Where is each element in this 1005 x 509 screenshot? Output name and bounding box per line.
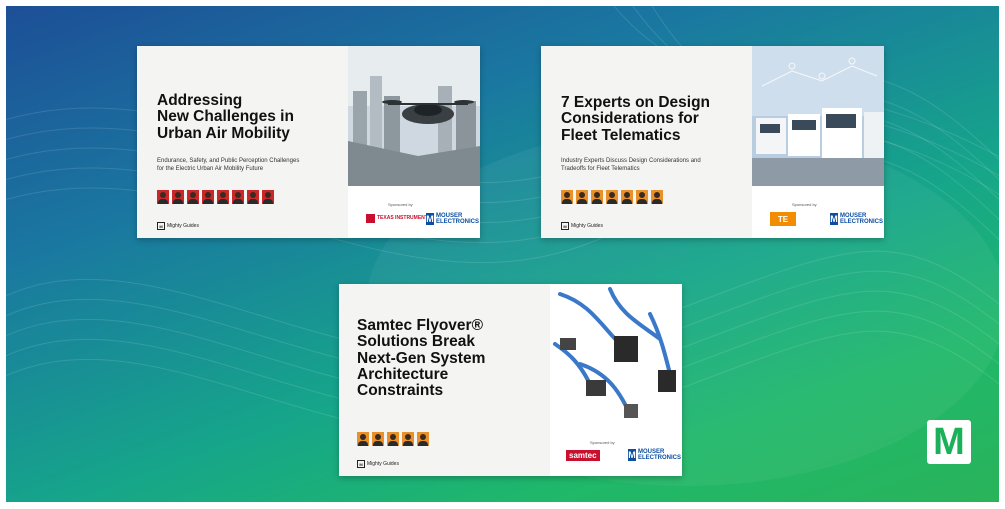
mighty-guides-icon: M bbox=[157, 222, 165, 230]
mighty-guides-logo: M Mighty Guides bbox=[357, 460, 399, 468]
mouser-icon: M bbox=[830, 213, 838, 225]
card-text-panel: Samtec Flyover® Solutions Break Next-Gen… bbox=[339, 284, 550, 476]
air-taxi-city-image bbox=[348, 46, 480, 186]
expert-photo bbox=[202, 190, 214, 204]
truck-fleet-image bbox=[752, 46, 884, 186]
card-text-panel: Addressing New Challenges in Urban Air M… bbox=[137, 46, 348, 238]
expert-photo bbox=[387, 432, 399, 446]
mouser-icon: M bbox=[628, 449, 636, 461]
expert-photo bbox=[576, 190, 588, 204]
expert-photo bbox=[262, 190, 274, 204]
expert-photo bbox=[417, 432, 429, 446]
expert-photo bbox=[232, 190, 244, 204]
mighty-guides-logo: M Mighty Guides bbox=[561, 222, 603, 230]
expert-photos bbox=[561, 190, 663, 204]
card-subtitle: Endurance, Safety, and Public Perception… bbox=[157, 158, 300, 172]
mighty-guides-logo: M Mighty Guides bbox=[157, 222, 199, 230]
cable-connectors-image bbox=[550, 284, 682, 424]
banner-background: Addressing New Challenges in Urban Air M… bbox=[6, 6, 999, 502]
mouser-logo: M MOUSER ELECTRONICS bbox=[830, 213, 883, 225]
expert-photo bbox=[187, 190, 199, 204]
mouser-logo: M MOUSER ELECTRONICS bbox=[628, 449, 681, 461]
te-logo: TE bbox=[770, 212, 796, 226]
mouser-corner-logo: M bbox=[927, 420, 971, 464]
card-image-panel: Sponsored by samtec M MOUSER ELECTRONICS bbox=[550, 284, 682, 476]
texas-instruments-logo: TEXAS INSTRUMENTS bbox=[366, 214, 431, 223]
card-title: 7 Experts on Design Considerations for F… bbox=[561, 94, 711, 144]
sponsored-by-label: Sponsored by bbox=[388, 202, 413, 207]
expert-photos bbox=[357, 432, 429, 446]
ti-icon bbox=[366, 214, 375, 223]
card-text-panel: 7 Experts on Design Considerations for F… bbox=[541, 46, 752, 238]
mouser-icon: M bbox=[426, 213, 434, 225]
mighty-guides-icon: M bbox=[561, 222, 569, 230]
card-title: Addressing New Challenges in Urban Air M… bbox=[157, 92, 294, 142]
mighty-guides-icon: M bbox=[357, 460, 365, 468]
card-image-panel: Sponsored by TE M MOUSER ELECTRONICS bbox=[752, 46, 884, 238]
expert-photo bbox=[217, 190, 229, 204]
guide-card-samtec-flyover[interactable]: Samtec Flyover® Solutions Break Next-Gen… bbox=[339, 284, 682, 476]
expert-photo bbox=[606, 190, 618, 204]
expert-photo bbox=[621, 190, 633, 204]
mouser-logo: M MOUSER ELECTRONICS bbox=[426, 213, 479, 225]
guide-card-urban-air-mobility[interactable]: Addressing New Challenges in Urban Air M… bbox=[137, 46, 480, 238]
card-image-panel: Sponsored by TEXAS INSTRUMENTS M MOUSER … bbox=[348, 46, 480, 238]
card-subtitle: Industry Experts Discuss Design Consider… bbox=[561, 158, 701, 172]
sponsored-by-label: Sponsored by bbox=[792, 202, 817, 207]
expert-photo bbox=[357, 432, 369, 446]
expert-photo bbox=[402, 432, 414, 446]
expert-photo bbox=[372, 432, 384, 446]
expert-photos bbox=[157, 190, 274, 204]
expert-photo bbox=[561, 190, 573, 204]
card-title: Samtec Flyover® Solutions Break Next-Gen… bbox=[357, 317, 486, 400]
expert-photo bbox=[247, 190, 259, 204]
guide-card-fleet-telematics[interactable]: 7 Experts on Design Considerations for F… bbox=[541, 46, 884, 238]
expert-photo bbox=[591, 190, 603, 204]
samtec-logo: samtec bbox=[566, 450, 600, 461]
expert-photo bbox=[157, 190, 169, 204]
expert-photo bbox=[172, 190, 184, 204]
sponsored-by-label: Sponsored by bbox=[590, 440, 615, 445]
expert-photo bbox=[651, 190, 663, 204]
expert-photo bbox=[636, 190, 648, 204]
